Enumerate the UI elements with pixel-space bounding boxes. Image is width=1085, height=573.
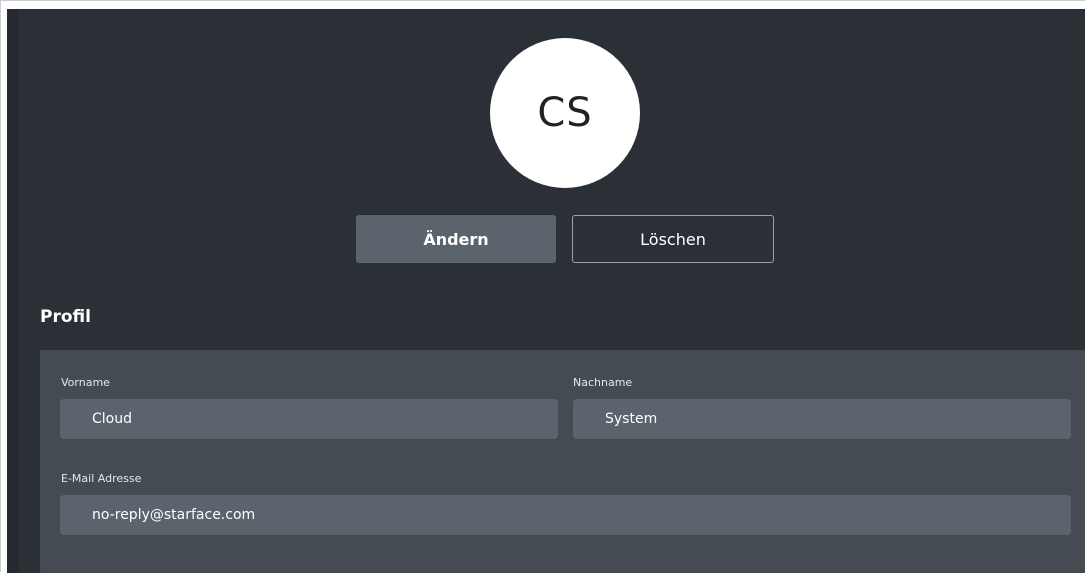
- email-label: E-Mail Adresse: [61, 472, 142, 485]
- last-name-label: Nachname: [573, 376, 633, 389]
- first-name-label: Vorname: [61, 376, 110, 389]
- profile-panel: Vorname Nachname E-Mail Adresse: [40, 350, 1085, 573]
- section-title-profile: Profil: [40, 307, 91, 327]
- first-name-field[interactable]: [60, 399, 558, 439]
- window-frame: CS Ändern Löschen Profil Vorname Nachnam…: [0, 0, 1085, 573]
- left-edge-strip: [7, 9, 19, 573]
- delete-avatar-button[interactable]: Löschen: [572, 215, 774, 263]
- profile-settings-view: CS Ändern Löschen Profil Vorname Nachnam…: [7, 9, 1085, 573]
- email-field[interactable]: [60, 495, 1071, 535]
- change-avatar-button[interactable]: Ändern: [356, 215, 556, 263]
- avatar: CS: [490, 38, 640, 188]
- avatar-initials: CS: [537, 90, 593, 136]
- last-name-field[interactable]: [573, 399, 1071, 439]
